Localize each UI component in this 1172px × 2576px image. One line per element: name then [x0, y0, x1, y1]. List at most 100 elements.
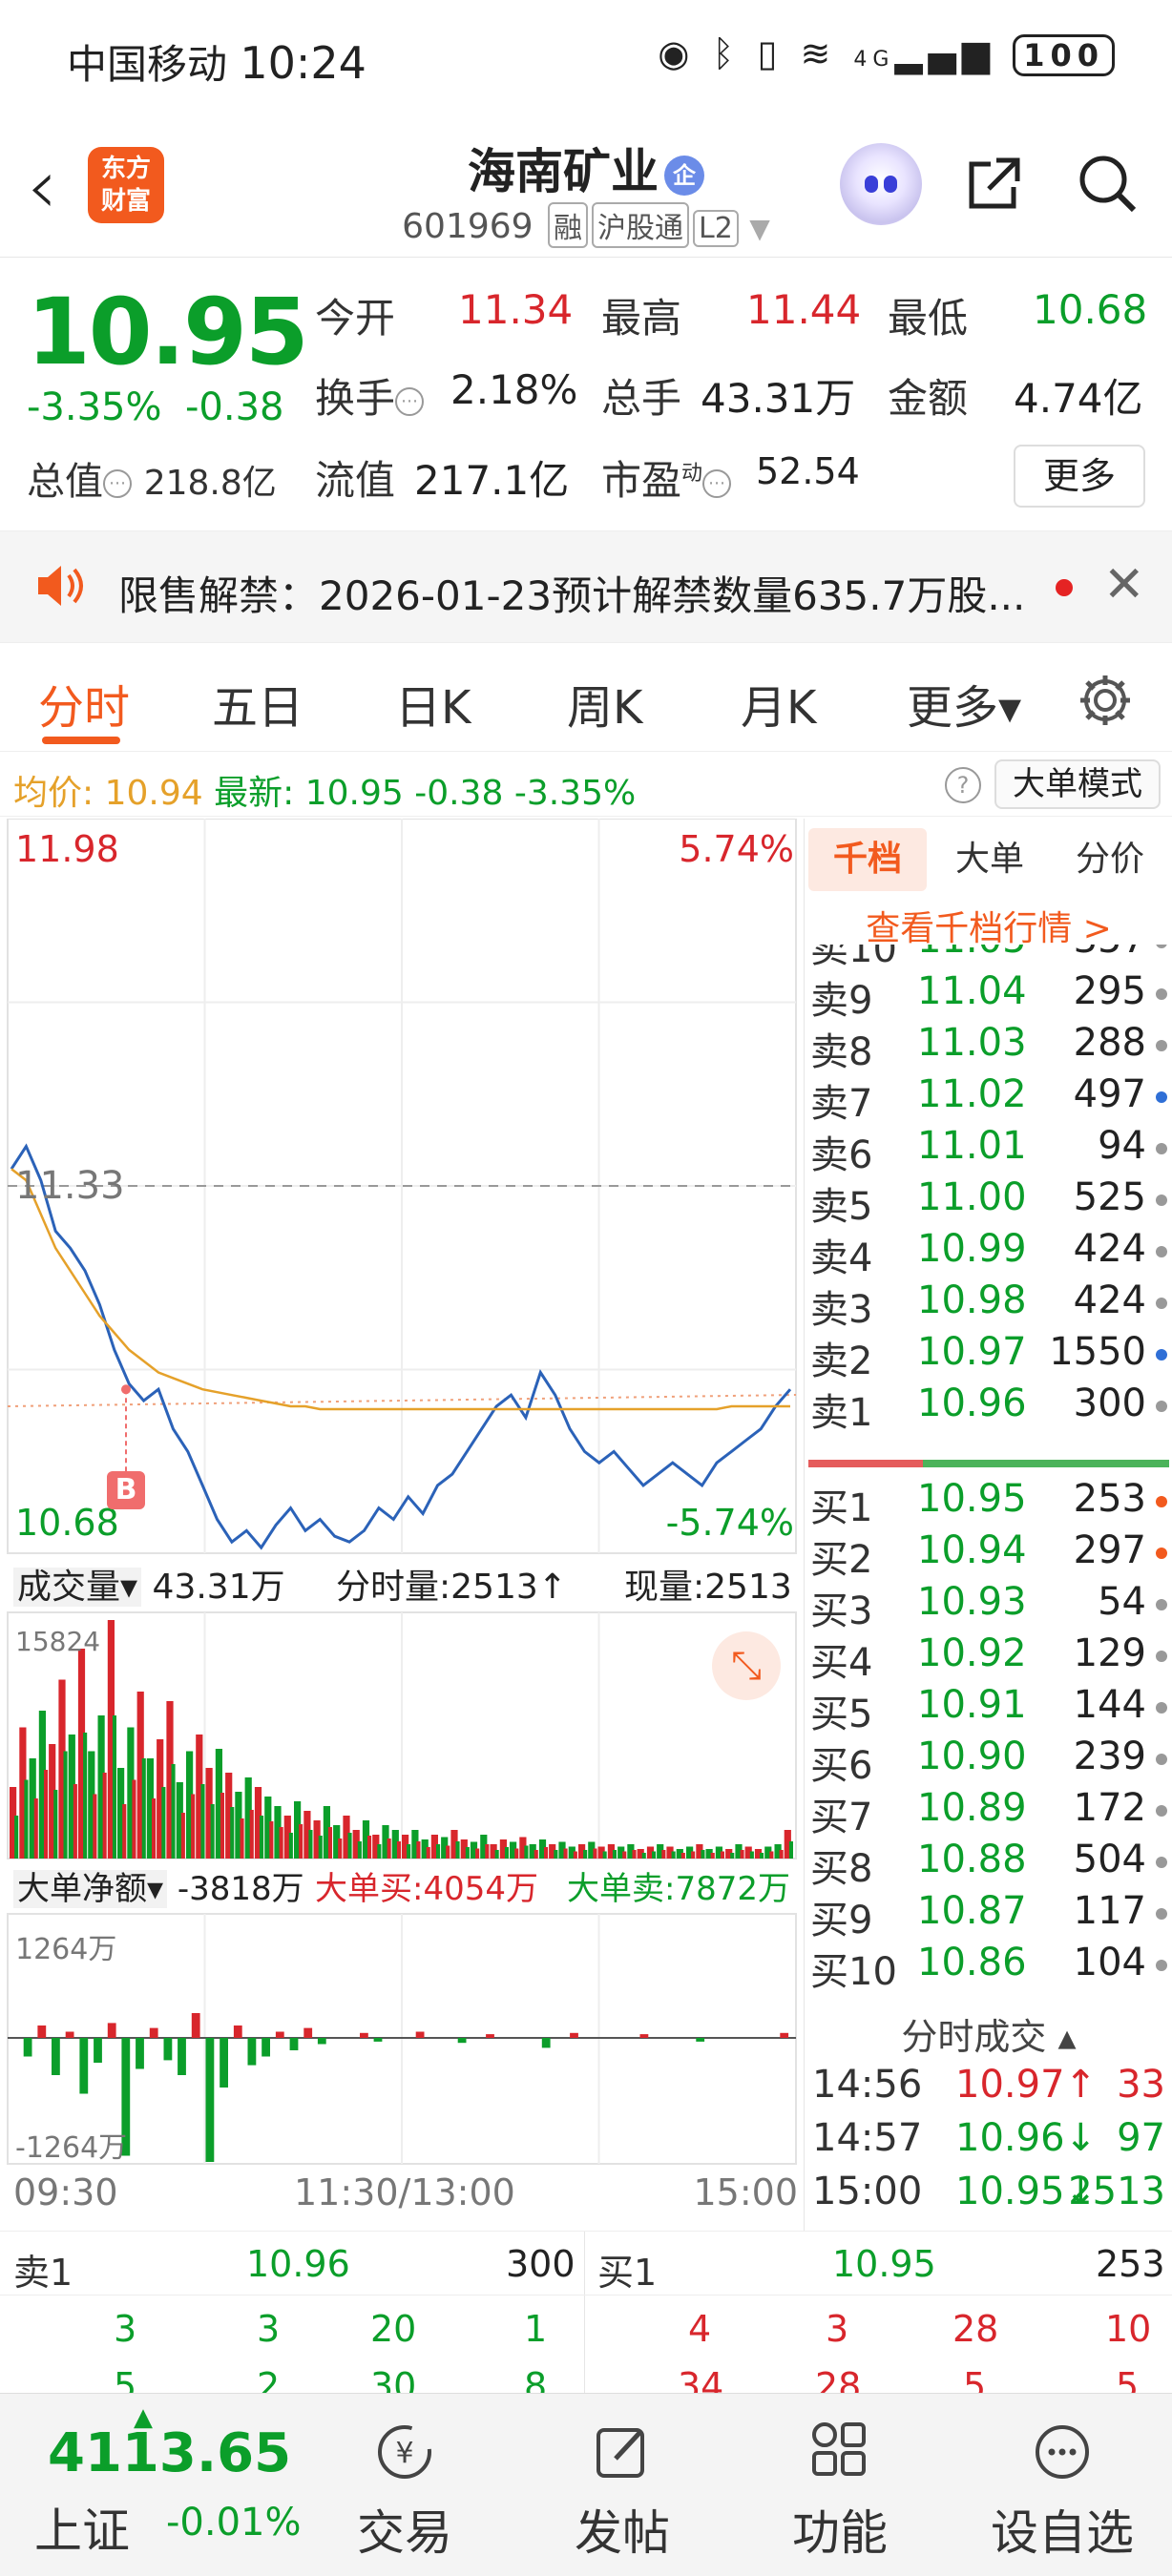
book-row[interactable]: 卖5 11.00 525	[810, 1175, 1169, 1229]
level-label: 买2	[810, 1538, 873, 1582]
change-pct: -3.35%	[27, 385, 162, 429]
tag-margin: 融	[548, 202, 589, 248]
share-icon[interactable]	[964, 153, 1025, 214]
avg-summary: 均价: 10.94 最新: 10.95 -0.38 -3.35%	[13, 774, 637, 813]
level-label: 卖2	[810, 1340, 873, 1383]
pct-min-label: -5.74%	[665, 1502, 794, 1544]
more-button[interactable]: 更多	[1014, 445, 1145, 508]
book-row[interactable]: 买9 10.87 117	[810, 1889, 1169, 1942]
book-row[interactable]: 买8 10.88 504	[810, 1838, 1169, 1891]
tab-weekly-k[interactable]: 周K	[567, 670, 642, 737]
intraday-chart-area[interactable]: 11.98 5.74% 11.33 10.68 -5.74% B 成交量▾ 43…	[0, 819, 802, 2231]
book-row[interactable]: 买6 10.90 239	[810, 1735, 1169, 1788]
current-volume: 现量:2513	[624, 1568, 792, 1607]
book-row[interactable]: 买3 10.93 54	[810, 1580, 1169, 1633]
tag-connect: 沪股通	[592, 202, 690, 248]
book-row[interactable]: 卖8 11.03 288	[810, 1021, 1169, 1074]
ask-list: 卖1011.05357卖911.04295卖811.03288卖711.0249…	[805, 945, 1172, 1460]
high-value: 11.44	[746, 286, 862, 333]
level-price: 11.04	[917, 969, 1027, 1013]
buy-marker[interactable]: B	[107, 1471, 145, 1509]
ask-trade-size: 1	[524, 2308, 548, 2350]
net-bar	[79, 2038, 89, 2094]
tab-daily-k[interactable]: 日K	[395, 670, 471, 737]
active-tab-indicator	[42, 737, 120, 744]
wifi-icon: ≋	[800, 32, 837, 74]
volume-bar	[180, 1813, 185, 1859]
net-bar	[163, 2038, 173, 2061]
level-volume: 144	[1073, 1683, 1146, 1727]
big-order-mode-button[interactable]: 大单模式	[994, 759, 1161, 809]
battery-icon: 100	[1013, 34, 1115, 76]
info-icon[interactable]: ⋯	[395, 386, 425, 416]
tab-five-day[interactable]: 五日	[212, 670, 303, 737]
book-row[interactable]: 买5 10.91 144	[810, 1683, 1169, 1736]
book-row[interactable]: 卖6 11.01 94	[810, 1124, 1169, 1177]
book-row[interactable]: 买7 10.89 172	[810, 1786, 1169, 1839]
volume-bar	[240, 1818, 244, 1859]
volume-bar	[494, 1850, 499, 1859]
tick-volume: 33	[1117, 2063, 1165, 2107]
pe-label: 市盈动 ⋯	[601, 448, 732, 507]
volume-bar	[426, 1847, 430, 1859]
nav-post[interactable]: 发帖	[546, 2405, 699, 2564]
book-row[interactable]: 买4 10.92 129	[810, 1631, 1169, 1685]
book-row[interactable]: 卖1011.05357	[810, 945, 1169, 971]
book-row[interactable]: 买2 10.94 297	[810, 1528, 1169, 1582]
book-row[interactable]: 买10 10.86 104	[810, 1941, 1169, 1994]
book-row[interactable]: 卖1 10.96 300	[810, 1381, 1169, 1435]
net-dropdown[interactable]: 大单净额▾	[13, 1870, 168, 1908]
status-dot	[1156, 1246, 1167, 1257]
volume-bar	[573, 1851, 577, 1859]
chevron-down-icon[interactable]: ▼	[749, 213, 770, 244]
level-price: 11.01	[917, 1124, 1027, 1168]
volume-bar	[641, 1853, 646, 1859]
book-row[interactable]: 卖9 11.04 295	[810, 969, 1169, 1023]
notice-bar[interactable]: 限售解禁：2026-01-23预计解禁数量635.7万股... ✕	[0, 530, 1172, 643]
index-name[interactable]: 上证	[34, 2493, 130, 2562]
nav-features[interactable]: 功能	[764, 2405, 916, 2564]
info-icon[interactable]: ⋯	[702, 468, 732, 498]
level-volume: 297	[1073, 1528, 1146, 1572]
signal-label: 4G	[853, 48, 895, 72]
volume-bar	[436, 1844, 441, 1859]
assistant-robot-icon[interactable]	[840, 143, 922, 225]
tab-price-dist[interactable]: 分价	[1051, 828, 1169, 891]
volume-dropdown[interactable]: 成交量▾	[13, 1568, 142, 1607]
gear-icon[interactable]	[1077, 672, 1134, 729]
book-row[interactable]: 卖3 10.98 424	[810, 1278, 1169, 1332]
book-row[interactable]: 卖4 10.99 424	[810, 1227, 1169, 1280]
info-icon[interactable]: ⋯	[103, 469, 132, 498]
nav-trade[interactable]: ¥ 交易	[328, 2405, 481, 2564]
close-icon[interactable]: ✕	[1103, 556, 1145, 613]
volume-bar	[260, 1816, 264, 1859]
bid-trade-size: 28	[952, 2308, 999, 2350]
turnover-label: 换手 ⋯	[315, 366, 425, 425]
book-row[interactable]: 卖7 11.02 497	[810, 1072, 1169, 1126]
expand-icon[interactable]: ⤡	[712, 1631, 781, 1700]
book-row[interactable]: 买1 10.95 253	[810, 1477, 1169, 1530]
tab-intraday[interactable]: 分时	[38, 670, 130, 737]
status-dot	[1156, 1702, 1167, 1714]
tab-more[interactable]: 更多▾	[907, 670, 1021, 737]
ticks-title[interactable]: 分时成交 ▴	[805, 2007, 1172, 2060]
tab-monthly-k[interactable]: 月K	[741, 670, 816, 737]
search-icon[interactable]	[1077, 153, 1138, 214]
tab-big-orders[interactable]: 大单	[931, 828, 1049, 891]
chart-tabs: 分时 五日 日K 周K 月K 更多▾	[0, 643, 1172, 752]
level-volume: 424	[1073, 1227, 1146, 1271]
tab-full-depth[interactable]: 千档	[808, 828, 927, 891]
index-value[interactable]: 4113.65	[48, 2422, 291, 2484]
notice-text[interactable]: 限售解禁：2026-01-23预计解禁数量635.7万股...	[118, 564, 1025, 622]
book-row[interactable]: 卖2 10.97 1550	[810, 1330, 1169, 1383]
tick-list: 14:56 10.97↑ 33 14:57 10.96↓ 97 15:00 10.95↓ 251…	[805, 2063, 1172, 2231]
volume-bar	[622, 1851, 627, 1859]
volume-bar	[152, 1798, 157, 1859]
volume-bar	[769, 1851, 774, 1859]
volume-bar	[24, 1779, 29, 1859]
depth-link[interactable]: 查看千档行情 >	[805, 901, 1172, 950]
index-change: -0.01%	[166, 2501, 302, 2545]
net-bar	[191, 2013, 200, 2038]
help-icon[interactable]: ?	[945, 767, 981, 803]
nav-add-watchlist[interactable]: 设自选	[981, 2405, 1143, 2564]
